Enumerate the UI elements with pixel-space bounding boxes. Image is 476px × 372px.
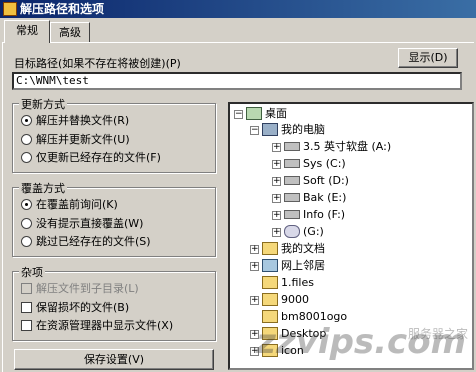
tree-node-label: 我的文档 bbox=[281, 242, 325, 255]
expand-icon[interactable]: + bbox=[272, 228, 281, 237]
radio-label: 仅更新已经存在的文件(F) bbox=[36, 151, 161, 164]
tree-node-label: Soft (D:) bbox=[303, 174, 349, 187]
folder-icon bbox=[262, 309, 278, 323]
radio-icon bbox=[21, 151, 32, 163]
update-mode-title: 更新方式 bbox=[19, 96, 67, 112]
folder-icon bbox=[262, 292, 278, 306]
checkbox-icon bbox=[21, 282, 32, 294]
tab-general[interactable]: 常规 bbox=[4, 20, 50, 43]
radio-label: 在覆盖前询问(K) bbox=[36, 198, 118, 211]
collapse-icon[interactable]: − bbox=[250, 126, 259, 135]
overwrite-mode-group: 覆盖方式 在覆盖前询问(K) 没有提示直接覆盖(W) 跳过已经存在的文件(S) bbox=[12, 180, 216, 257]
radio-skip-existing[interactable]: 跳过已经存在的文件(S) bbox=[21, 234, 151, 250]
radio-extract-update[interactable]: 解压并更新文件(U) bbox=[21, 132, 130, 148]
tree-node-label: 9000 bbox=[281, 293, 309, 306]
tree-node-drive-d[interactable]: Soft (D:) bbox=[284, 173, 349, 189]
checkbox-show-in-explorer[interactable]: 在资源管理器中显示文件(X) bbox=[21, 318, 173, 334]
checkbox-label: 保留损坏的文件(B) bbox=[36, 301, 130, 314]
checkbox-label: 在资源管理器中显示文件(X) bbox=[36, 319, 174, 332]
radio-icon bbox=[21, 235, 32, 247]
folder-tree[interactable]: − 桌面 − 我的电脑 + 3.5 英寸软盘 (A:) + Sys (C:) +… bbox=[228, 102, 474, 370]
expand-icon[interactable]: + bbox=[272, 177, 281, 186]
expand-icon[interactable]: + bbox=[250, 296, 259, 305]
folder-icon bbox=[262, 241, 278, 255]
collapse-icon[interactable]: − bbox=[234, 110, 243, 119]
floppy-drive-icon bbox=[284, 141, 300, 151]
radio-selected-icon bbox=[21, 198, 32, 210]
title-bar: 解压路径和选项 bbox=[0, 0, 476, 18]
tree-node-drive-g[interactable]: (G:) bbox=[284, 224, 324, 240]
misc-title: 杂项 bbox=[19, 264, 45, 280]
checkbox-icon bbox=[21, 301, 32, 313]
tree-node-label: 桌面 bbox=[265, 107, 287, 120]
window-title: 解压路径和选项 bbox=[20, 2, 105, 16]
target-path-label: 目标路径(如果不存在将被创建)(P) bbox=[14, 57, 181, 70]
radio-update-existing[interactable]: 仅更新已经存在的文件(F) bbox=[21, 150, 161, 166]
expand-icon[interactable]: + bbox=[272, 160, 281, 169]
tree-node-label: Info (F:) bbox=[303, 208, 346, 221]
expand-icon[interactable]: + bbox=[272, 194, 281, 203]
expand-icon[interactable]: + bbox=[250, 262, 259, 271]
checkbox-icon bbox=[21, 319, 32, 331]
tree-node-drive-a[interactable]: 3.5 英寸软盘 (A:) bbox=[284, 139, 391, 155]
save-settings-button[interactable]: 保存设置(V) bbox=[14, 349, 214, 370]
radio-icon bbox=[21, 217, 32, 229]
folder-icon bbox=[262, 275, 278, 289]
update-mode-group: 更新方式 解压并替换文件(R) 解压并更新文件(U) 仅更新已经存在的文件(F) bbox=[12, 96, 216, 173]
radio-ask-before[interactable]: 在覆盖前询问(K) bbox=[21, 197, 118, 213]
show-button[interactable]: 显示(D) bbox=[398, 48, 458, 68]
tree-node-drive-e[interactable]: Bak (E:) bbox=[284, 190, 346, 206]
tree-node-label: 网上邻居 bbox=[281, 259, 325, 272]
radio-label: 解压并更新文件(U) bbox=[36, 133, 130, 146]
app-icon bbox=[3, 2, 17, 16]
cd-drive-icon bbox=[284, 224, 300, 238]
desktop-icon bbox=[246, 106, 262, 120]
extract-dialog: 解压路径和选项 常规 高级 目标路径(如果不存在将被创建)(P) 显示(D) C… bbox=[0, 0, 476, 372]
checkbox-label: 解压文件到子目录(L) bbox=[36, 282, 139, 295]
hard-drive-icon bbox=[284, 209, 300, 219]
overwrite-mode-title: 覆盖方式 bbox=[19, 180, 67, 196]
tree-node-network[interactable]: 网上邻居 bbox=[262, 258, 325, 274]
misc-group: 杂项 解压文件到子目录(L) 保留损坏的文件(B) 在资源管理器中显示文件(X) bbox=[12, 264, 216, 341]
tree-node-my-documents[interactable]: 我的文档 bbox=[262, 241, 325, 257]
tree-node-label: Bak (E:) bbox=[303, 191, 347, 204]
radio-selected-icon bbox=[21, 114, 32, 126]
hard-drive-icon bbox=[284, 175, 300, 185]
radio-label: 跳过已经存在的文件(S) bbox=[36, 235, 151, 248]
radio-overwrite-silent[interactable]: 没有提示直接覆盖(W) bbox=[21, 216, 143, 232]
target-path-input[interactable]: C:\WNM\test bbox=[12, 72, 462, 90]
tree-node-label: 我的电脑 bbox=[281, 123, 325, 136]
tree-node-label: Sys (C:) bbox=[303, 157, 346, 170]
radio-extract-replace[interactable]: 解压并替换文件(R) bbox=[21, 113, 129, 129]
hard-drive-icon bbox=[284, 158, 300, 168]
radio-label: 没有提示直接覆盖(W) bbox=[36, 217, 144, 230]
watermark-text: zzvips.com bbox=[256, 322, 466, 362]
tree-node-folder[interactable]: 1.files bbox=[262, 275, 314, 291]
tab-advanced[interactable]: 高级 bbox=[50, 22, 90, 42]
tree-node-folder[interactable]: 9000 bbox=[262, 292, 309, 308]
expand-icon[interactable]: + bbox=[250, 245, 259, 254]
checkbox-extract-subfolder[interactable]: 解压文件到子目录(L) bbox=[21, 281, 139, 297]
tree-node-my-computer[interactable]: 我的电脑 bbox=[262, 122, 325, 138]
radio-label: 解压并替换文件(R) bbox=[36, 114, 130, 127]
expand-icon[interactable]: + bbox=[272, 211, 281, 220]
expand-icon[interactable]: + bbox=[272, 143, 281, 152]
tree-node-label: 1.files bbox=[281, 276, 314, 289]
tree-node-label: 3.5 英寸软盘 (A:) bbox=[303, 140, 392, 153]
checkbox-keep-broken[interactable]: 保留损坏的文件(B) bbox=[21, 300, 129, 316]
hard-drive-icon bbox=[284, 192, 300, 202]
radio-icon bbox=[21, 133, 32, 145]
tree-node-label: (G:) bbox=[303, 225, 324, 238]
computer-icon bbox=[262, 122, 278, 136]
network-icon bbox=[262, 258, 278, 272]
tree-node-drive-c[interactable]: Sys (C:) bbox=[284, 156, 346, 172]
tree-node-desktop[interactable]: 桌面 bbox=[246, 106, 287, 122]
tree-node-drive-f[interactable]: Info (F:) bbox=[284, 207, 345, 223]
